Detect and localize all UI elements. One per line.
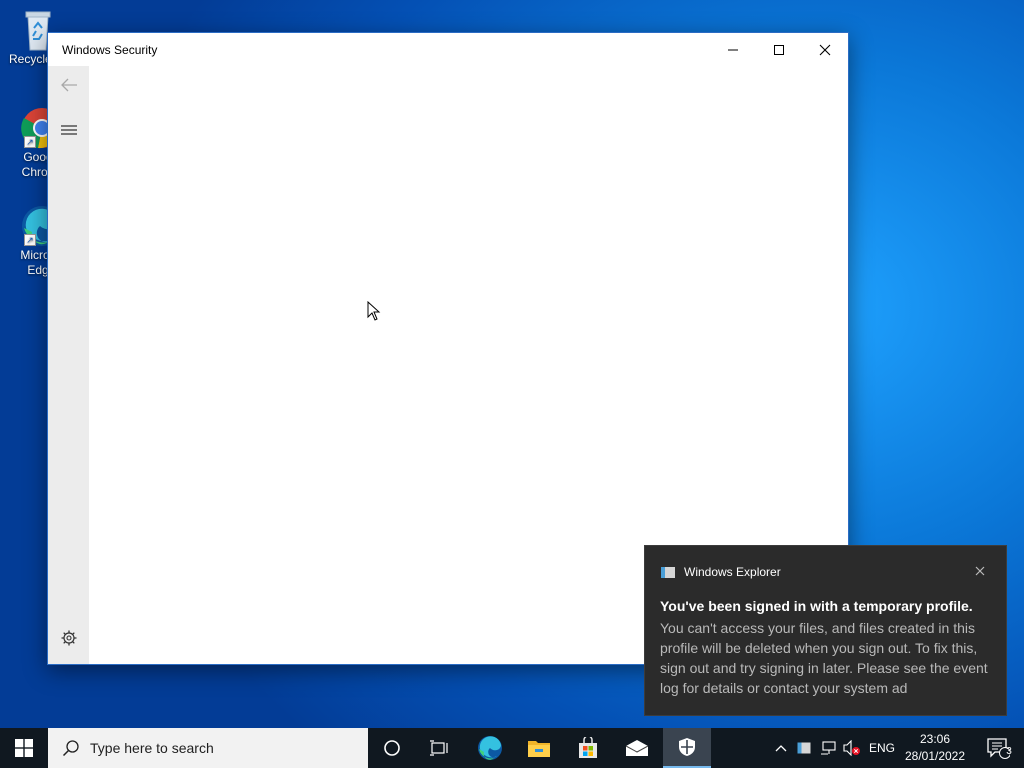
close-icon (975, 566, 985, 576)
cortana-circle-icon (384, 740, 400, 756)
clock-time: 23:06 (919, 732, 951, 746)
shortcut-arrow-icon: ↗ (24, 234, 36, 246)
network-button[interactable] (817, 728, 839, 768)
taskbar-file-explorer-button[interactable] (515, 728, 563, 768)
toast-close-button[interactable] (971, 562, 989, 580)
back-arrow-icon (60, 78, 77, 92)
shortcut-arrow-icon: ↗ (24, 136, 36, 148)
maximize-icon (774, 44, 784, 55)
close-button[interactable] (802, 33, 848, 66)
action-center-button[interactable]: 3 (976, 728, 1020, 768)
taskbar-windows-security-button[interactable] (663, 728, 711, 768)
input-language-button[interactable]: ENG (866, 728, 898, 768)
volume-button[interactable] (841, 728, 863, 768)
gear-icon (61, 630, 76, 646)
toast-body: You can't access your files, and files c… (660, 620, 988, 696)
taskbar-edge-button[interactable] (466, 728, 514, 768)
back-button[interactable] (48, 67, 89, 103)
windows-explorer-icon (661, 567, 675, 578)
notification-count-badge: 3 (1006, 746, 1012, 757)
maximize-button[interactable] (756, 33, 802, 66)
chevron-up-icon (775, 745, 787, 752)
tray-explorer-button[interactable] (793, 728, 815, 768)
taskbar-search-box[interactable]: Type here to search (48, 728, 368, 768)
minimize-icon (728, 49, 738, 50)
show-hidden-icons-button[interactable] (770, 728, 792, 768)
network-icon (821, 741, 836, 755)
mouse-cursor-icon (367, 300, 381, 326)
volume-muted-icon (843, 740, 860, 756)
minimize-button[interactable] (710, 33, 756, 66)
cortana-button[interactable] (368, 728, 416, 768)
window-titlebar[interactable]: Windows Security (48, 33, 848, 66)
menu-button[interactable] (48, 112, 89, 148)
task-view-icon (430, 740, 448, 756)
language-indicator: ENG (868, 741, 895, 755)
search-placeholder: Type here to search (90, 740, 214, 756)
clock-button[interactable]: 23:06 28/01/2022 (900, 728, 970, 768)
hamburger-menu-icon (60, 125, 77, 135)
task-view-button[interactable] (416, 728, 464, 768)
clock-date: 28/01/2022 (904, 749, 966, 763)
toast-headline: You've been signed in with a temporary p… (660, 598, 973, 614)
folder-icon (528, 741, 550, 757)
mail-icon (625, 740, 649, 756)
notification-toast[interactable]: Windows Explorer You've been signed in w… (644, 545, 1007, 716)
shield-icon (679, 738, 695, 756)
close-icon (819, 44, 831, 55)
tray-window-icon (797, 742, 811, 754)
taskbar-store-button[interactable] (564, 728, 612, 768)
windows-logo-icon (15, 739, 33, 757)
navigation-sidebar (48, 66, 89, 664)
taskbar: Type here to search ENG 23:06 28/01/2022… (0, 728, 1024, 768)
settings-button[interactable] (48, 620, 89, 656)
search-icon (62, 740, 79, 757)
microsoft-store-icon (579, 737, 597, 758)
taskbar-mail-button[interactable] (613, 728, 661, 768)
toast-app-name: Windows Explorer (684, 565, 781, 579)
window-title: Windows Security (62, 43, 158, 57)
start-button[interactable] (0, 728, 48, 768)
edge-icon (478, 736, 502, 760)
